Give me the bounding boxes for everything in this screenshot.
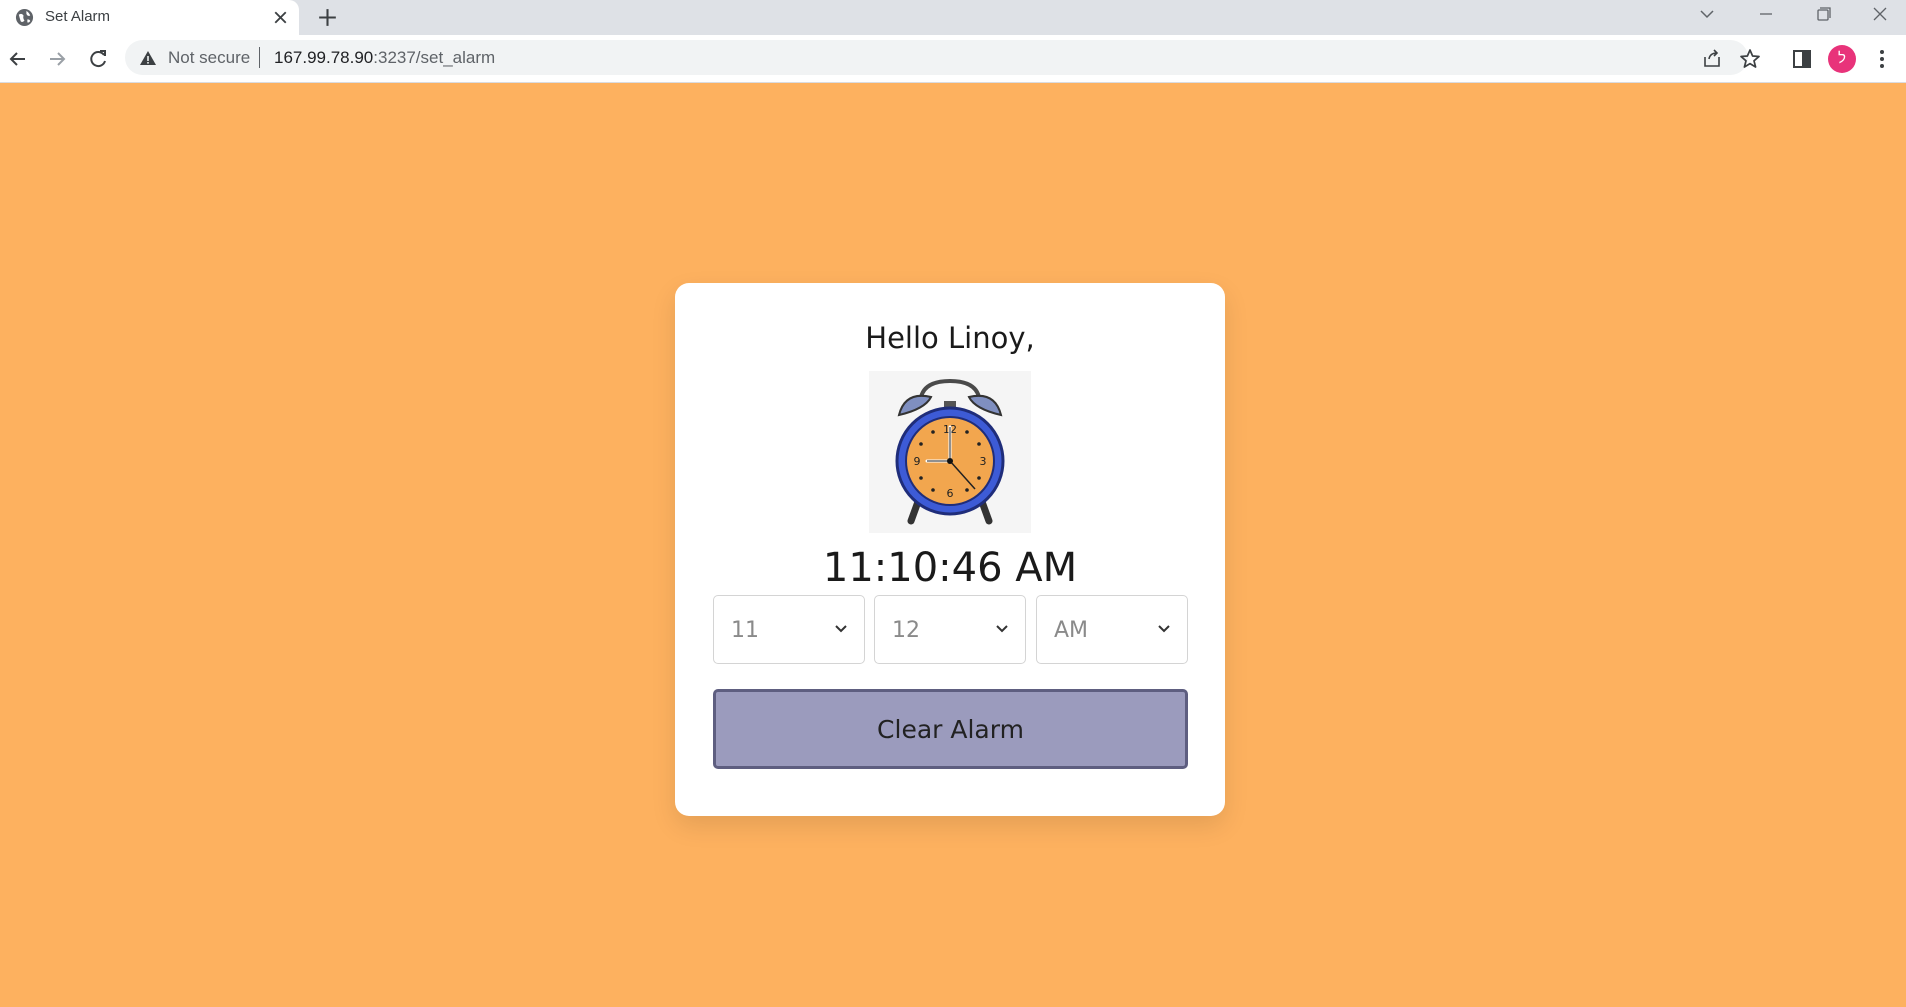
url-host: 167.99.78.90 [274, 48, 374, 67]
address-bar[interactable]: Not secure 167.99.78.90:3237/set_alarm [125, 40, 1748, 75]
greeting-text: Hello Linoy, [865, 321, 1035, 355]
chevron-down-icon [996, 625, 1008, 633]
minute-select[interactable]: 12 [874, 595, 1026, 664]
divider [259, 47, 260, 68]
restore-icon[interactable] [1809, 3, 1837, 25]
alarm-clock-image: 12 3 6 9 [869, 371, 1031, 533]
ampm-select-value: AM [1054, 618, 1089, 643]
close-window-icon[interactable] [1866, 3, 1894, 25]
back-icon[interactable] [3, 44, 33, 74]
url-text[interactable]: 167.99.78.90:3237/set_alarm [274, 48, 495, 68]
alarm-card: Hello Linoy, 12 3 6 9 [675, 283, 1225, 816]
svg-text:9: 9 [914, 455, 921, 468]
svg-text:6: 6 [947, 487, 954, 500]
minute-select-value: 12 [892, 618, 920, 643]
minimize-icon[interactable] [1752, 3, 1780, 25]
side-panel-icon[interactable] [1790, 47, 1814, 71]
share-icon[interactable] [1701, 47, 1723, 69]
url-path: :3237/set_alarm [373, 48, 496, 67]
hour-select[interactable]: 11 [713, 595, 865, 664]
bookmark-star-icon[interactable] [1738, 47, 1762, 71]
hour-select-value: 11 [731, 618, 759, 643]
svg-text:3: 3 [980, 455, 987, 468]
forward-icon[interactable] [42, 44, 72, 74]
tab-search-icon[interactable] [1693, 3, 1721, 25]
current-time: 11:10:46 AM [822, 545, 1078, 591]
browser-toolbar: Not secure 167.99.78.90:3237/set_alarm ל [0, 35, 1906, 83]
security-label[interactable]: Not secure [168, 48, 250, 68]
chevron-down-icon [835, 625, 847, 633]
tab-set-alarm[interactable]: Set Alarm [0, 0, 299, 35]
warning-icon[interactable] [139, 49, 157, 67]
reload-icon[interactable] [83, 44, 113, 74]
alarm-clock-icon: 12 3 6 9 [895, 378, 1005, 525]
chevron-down-icon [1158, 625, 1170, 633]
close-tab-icon[interactable] [270, 7, 291, 28]
clear-alarm-button[interactable]: Clear Alarm [713, 689, 1188, 769]
new-tab-icon[interactable] [315, 5, 340, 30]
ampm-select[interactable]: AM [1036, 595, 1188, 664]
tab-title: Set Alarm [45, 8, 111, 25]
tab-strip: Set Alarm [0, 0, 1906, 35]
profile-avatar[interactable]: ל [1828, 45, 1856, 73]
menu-icon[interactable] [1870, 47, 1894, 71]
globe-icon [15, 8, 34, 27]
